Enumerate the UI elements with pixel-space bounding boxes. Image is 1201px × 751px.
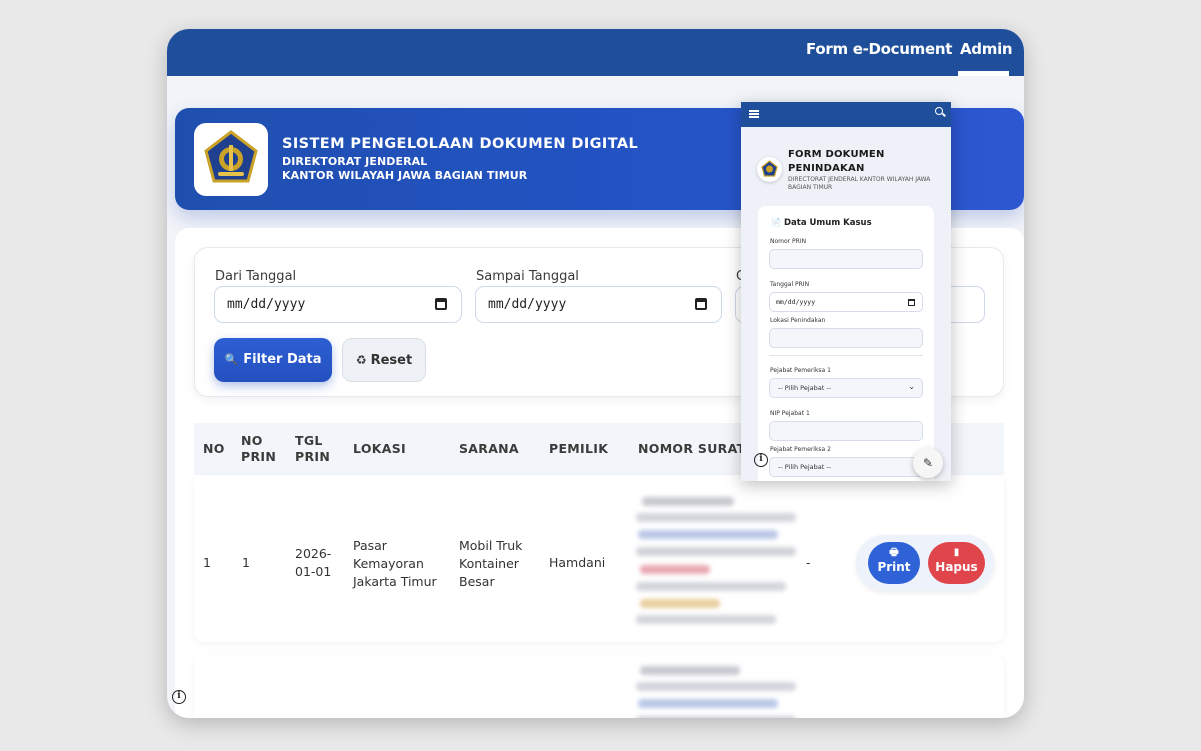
top-navbar: Form e-Document Admin [167, 29, 1024, 76]
active-nav-indicator [958, 71, 1009, 76]
column-header-tgl-prin: TGL PRIN [295, 433, 331, 464]
mobile-form-subtitle: DIRECTORAT JENDERAL KANTOR WILAYAH JAWA … [788, 176, 931, 191]
app-title: SISTEM PENGELOLAAN DOKUMEN DIGITAL [282, 136, 639, 152]
to-date-value: mm/dd/yyyy [488, 297, 567, 312]
tanggal-prin-label: Tanggal PRIN [770, 281, 810, 288]
pejabat2-selected: -- Pilih Pejabat -- [778, 463, 832, 471]
logo [194, 123, 268, 196]
calendar-icon[interactable] [695, 298, 707, 310]
pencil-icon: ✎ [922, 456, 934, 470]
pejabat1-select[interactable]: -- Pilih Pejabat -- ⌄ [769, 378, 923, 398]
cell-pemilik: Hamdani [549, 555, 606, 570]
filter-data-button[interactable]: 🔍 Filter Data [214, 338, 332, 382]
chevron-down-icon: ⌄ [908, 382, 915, 391]
cell-no-prin: 1 [242, 555, 250, 570]
cell-extra: - [806, 555, 811, 570]
cell-lokasi: Pasar Kemayoran Jakarta Timur [353, 538, 437, 589]
lokasi-penindakan-input[interactable] [769, 328, 923, 348]
from-date-label: Dari Tanggal [215, 269, 297, 284]
cell-tgl-prin: 2026-01-01 [295, 546, 332, 579]
tanggal-prin-input[interactable]: mm/dd/yyyy [769, 292, 923, 312]
nomor-prin-input[interactable] [769, 249, 923, 269]
column-header-nomor-surat: NOMOR SURAT [638, 441, 746, 456]
edit-pencil-button[interactable]: ✎ [913, 448, 943, 478]
from-date-input[interactable]: mm/dd/yyyy [214, 286, 462, 323]
print-button[interactable]: 🖶 Print [868, 542, 920, 584]
cell-no: 1 [203, 555, 211, 570]
trash-icon: ▮ [953, 547, 960, 558]
cell-sarana: Mobil Truk Kontainer Besar [459, 538, 523, 589]
mobile-form-title: FORM DOKUMEN PENINDAKAN [788, 149, 885, 174]
pejabat1-selected: -- Pilih Pejabat -- [778, 384, 832, 392]
to-date-label: Sampai Tanggal [476, 269, 579, 284]
mobile-navbar [741, 102, 951, 127]
filter-data-label: Filter Data [243, 352, 322, 367]
info-icon[interactable]: i [172, 690, 186, 704]
column-header-pemilik: PEMILIK [549, 441, 609, 456]
mobile-form-preview: FORM DOKUMEN PENINDAKAN DIRECTORAT JENDE… [741, 102, 951, 481]
nip1-input[interactable] [769, 421, 923, 441]
form-section-title: 📄 Data Umum Kasus [771, 218, 872, 228]
calendar-icon[interactable] [908, 299, 915, 306]
print-label: Print [877, 560, 911, 574]
nav-link-admin[interactable]: Admin [960, 40, 1013, 58]
nomor-prin-label: Nomor PRIN [770, 238, 807, 245]
column-header-no: NO [203, 441, 225, 456]
app-subtitle-line1: DIREKTORAT JENDERAL [282, 155, 428, 168]
delete-button[interactable]: ▮ Hapus [928, 542, 985, 584]
tanggal-prin-value: mm/dd/yyyy [776, 298, 816, 306]
magnifier-icon: 🔍 [224, 353, 239, 366]
nav-link-form-edocument[interactable]: Form e-Document [806, 40, 952, 58]
delete-label: Hapus [935, 560, 978, 574]
form-divider [769, 355, 923, 356]
search-icon[interactable] [935, 107, 945, 117]
table-row [194, 654, 1004, 718]
mobile-logo [757, 157, 782, 182]
reset-label: Reset [370, 353, 413, 368]
hamburger-menu-icon[interactable] [749, 110, 759, 118]
pejabat1-label: Pejabat Pemeriksa 1 [770, 367, 831, 374]
info-icon[interactable]: i [754, 453, 768, 467]
printer-icon: 🖶 [889, 547, 899, 558]
app-subtitle-line2: KANTOR WILAYAH JAWA BAGIAN TIMUR [282, 169, 528, 182]
calendar-icon[interactable] [435, 298, 447, 310]
column-header-no-prin: NO PRIN [241, 433, 277, 464]
recycle-icon: ♻ [355, 353, 367, 367]
to-date-input[interactable]: mm/dd/yyyy [475, 286, 722, 323]
pejabat2-label: Pejabat Pemeriksa 2 [770, 446, 831, 453]
document-icon: 📄 [771, 218, 781, 227]
reset-button[interactable]: ♻ Reset [342, 338, 426, 382]
column-header-lokasi: LOKASI [353, 441, 406, 456]
nip1-label: NIP Pejabat 1 [770, 410, 810, 417]
column-header-sarana: SARANA [459, 441, 519, 456]
from-date-value: mm/dd/yyyy [227, 297, 306, 312]
pejabat2-select[interactable]: -- Pilih Pejabat -- [769, 457, 923, 477]
lokasi-penindakan-label: Lokasi Penindakan [770, 317, 826, 324]
